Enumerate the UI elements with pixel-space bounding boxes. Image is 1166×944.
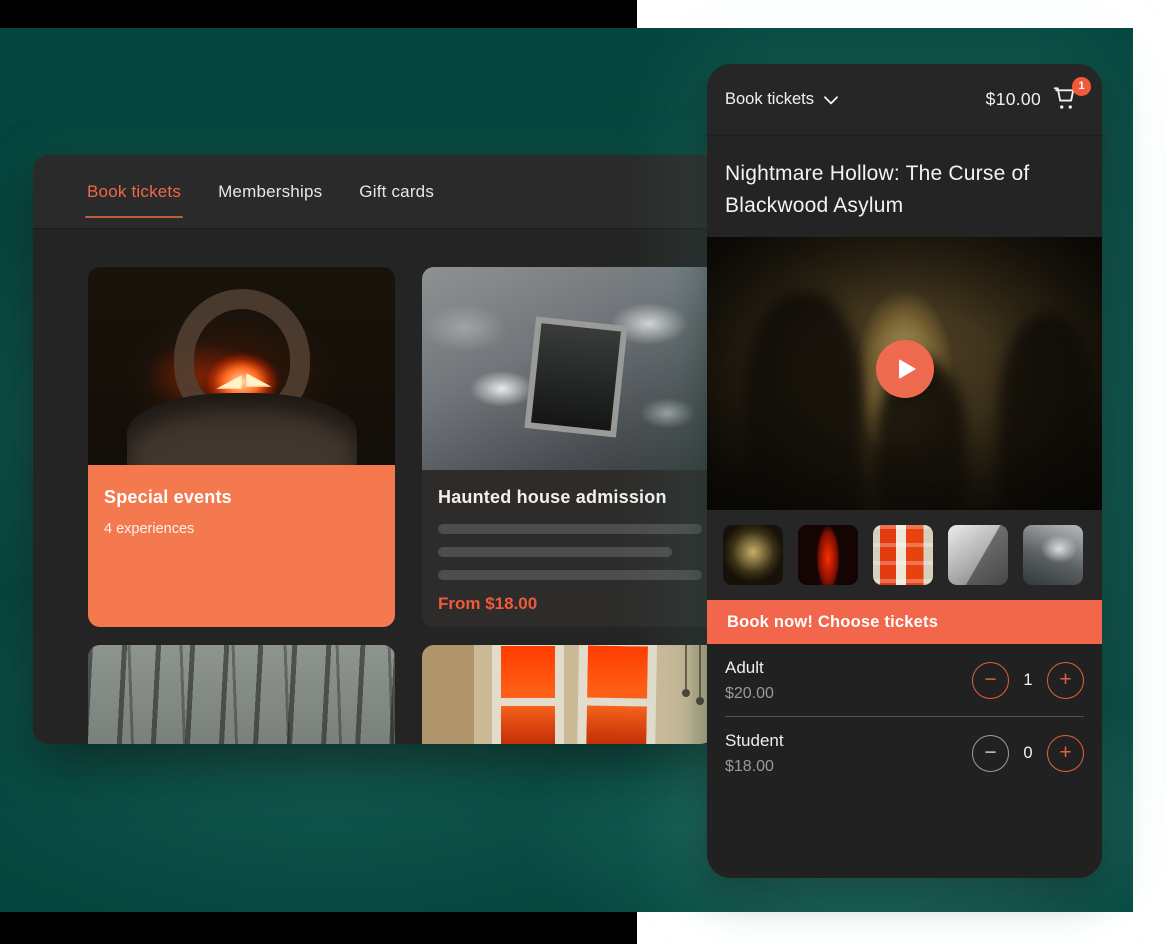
book-tickets-dropdown[interactable]: Book tickets	[725, 90, 838, 109]
ticket-info: Student $18.00	[725, 731, 784, 776]
plus-icon: +	[1059, 669, 1071, 690]
thumbnail-zombies[interactable]	[723, 525, 783, 585]
ticket-price: $18.00	[725, 758, 784, 776]
cart-summary: $10.00 1	[986, 84, 1085, 116]
minus-icon: −	[984, 742, 996, 763]
play-icon	[899, 359, 916, 379]
event-video-preview	[707, 237, 1102, 510]
cord-shape	[699, 645, 701, 697]
cart-button[interactable]: 1	[1051, 84, 1085, 116]
page-canvas: Book tickets Memberships Gift cards Spec…	[0, 0, 1166, 944]
card-info-panel: Special events 4 experiences	[88, 465, 395, 627]
storefront-window: Book tickets Memberships Gift cards Spec…	[33, 155, 716, 744]
skeleton-line	[438, 547, 672, 557]
card-subtitle: 4 experiences	[104, 521, 379, 537]
quantity-stepper: − 1 +	[972, 662, 1084, 699]
forest-image	[88, 645, 395, 744]
banner-label: Book now! Choose tickets	[727, 613, 938, 632]
thumbnail-staircase[interactable]	[1023, 525, 1083, 585]
window-shape	[492, 645, 564, 744]
ticket-row-adult: Adult $20.00 − 1 +	[707, 644, 1102, 716]
cart-badge: 1	[1072, 77, 1091, 96]
increase-button[interactable]: +	[1047, 735, 1084, 772]
thumbnail-red-doorway[interactable]	[798, 525, 858, 585]
storefront-tab-bar: Book tickets Memberships Gift cards	[33, 155, 716, 229]
event-title: Nightmare Hollow: The Curse of Blackwood…	[725, 158, 1065, 222]
window-bar	[587, 697, 647, 706]
minus-icon: −	[984, 669, 996, 690]
tab-memberships[interactable]: Memberships	[218, 182, 322, 202]
card-forest[interactable]	[88, 645, 395, 744]
tab-book-tickets[interactable]: Book tickets	[87, 182, 181, 202]
booking-widget: Book tickets $10.00 1 Nightmare Holl	[707, 64, 1102, 878]
ticket-selector: Adult $20.00 − 1 + Student $18.00 − 0	[707, 644, 1102, 878]
ticket-row-student: Student $18.00 − 0 +	[707, 717, 1102, 789]
plus-icon: +	[1059, 742, 1071, 763]
card-special-events[interactable]: Special events 4 experiences	[88, 267, 395, 627]
skeleton-line	[438, 524, 702, 534]
ticket-name: Adult	[725, 658, 774, 678]
card-title: Haunted house admission	[438, 487, 713, 508]
decrease-button[interactable]: −	[972, 662, 1009, 699]
thumbnail-strip	[707, 510, 1102, 600]
decrease-button[interactable]: −	[972, 735, 1009, 772]
cart-total: $10.00	[986, 89, 1041, 110]
pumpkin-figure-image	[88, 267, 395, 465]
card-red-windows[interactable]	[422, 645, 716, 744]
play-button[interactable]	[876, 340, 934, 398]
ticket-price: $20.00	[725, 685, 774, 703]
figure-torso	[127, 393, 357, 465]
cord-dot	[696, 697, 704, 705]
ticket-info: Adult $20.00	[725, 658, 774, 703]
ticket-name: Student	[725, 731, 784, 751]
stairwell-shape	[524, 316, 627, 437]
storefront-card-grid: Special events 4 experiences Haunted hou…	[33, 229, 716, 744]
thumbnail-red-doors[interactable]	[873, 525, 933, 585]
red-windows-image	[422, 645, 716, 744]
quantity-stepper: − 0 +	[972, 735, 1084, 772]
widget-header: Book tickets $10.00 1	[707, 64, 1102, 135]
tab-gift-cards[interactable]: Gift cards	[359, 182, 434, 202]
ticket-count: 0	[1022, 744, 1034, 763]
cord-dot	[682, 689, 690, 697]
thumbnail-interior[interactable]	[948, 525, 1008, 585]
event-title-section: Nightmare Hollow: The Curse of Blackwood…	[707, 135, 1102, 237]
increase-button[interactable]: +	[1047, 662, 1084, 699]
card-title: Special events	[104, 487, 379, 508]
book-now-banner: Book now! Choose tickets	[707, 600, 1102, 644]
dropdown-label: Book tickets	[725, 90, 814, 109]
ticket-count: 1	[1022, 671, 1034, 690]
staircase-image	[422, 267, 716, 470]
chevron-down-icon	[824, 96, 838, 105]
card-price-label: From $18.00	[438, 594, 713, 614]
skeleton-line	[438, 570, 702, 580]
window-bar	[501, 698, 555, 706]
card-haunted-house[interactable]: Haunted house admission From $18.00	[422, 267, 716, 627]
card-info-panel: Haunted house admission From $18.00	[422, 470, 716, 614]
cord-shape	[685, 645, 687, 689]
window-shape	[577, 645, 657, 744]
